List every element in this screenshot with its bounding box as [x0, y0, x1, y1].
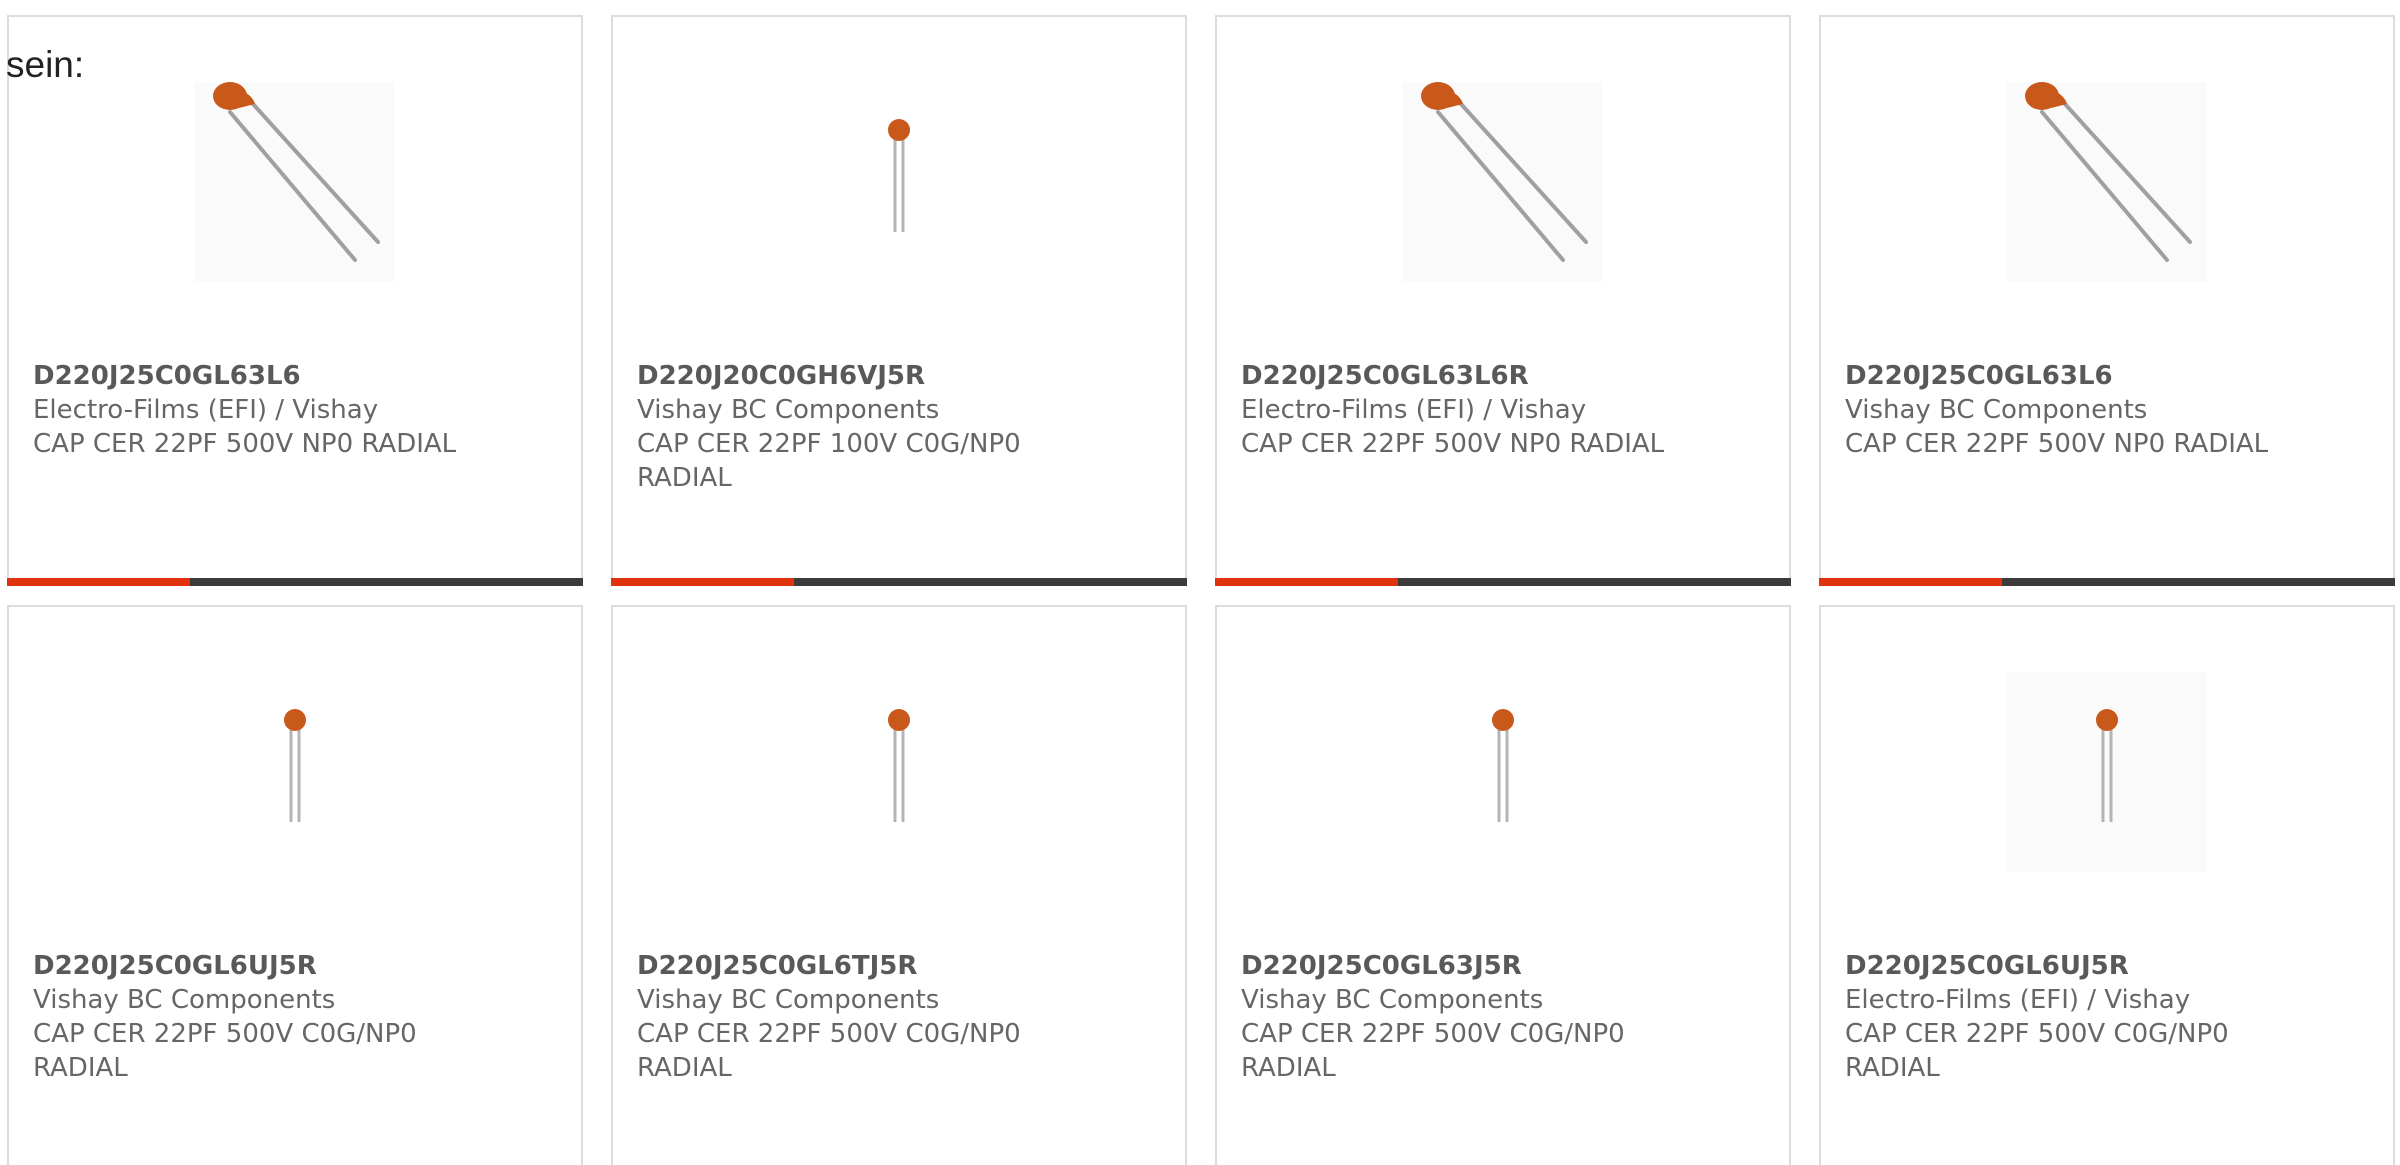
- description: CAP CER 22PF 500V C0G/NP0 RADIAL: [1845, 1019, 2229, 1083]
- description: CAP CER 22PF 500V C0G/NP0 RADIAL: [33, 1019, 417, 1083]
- card-footer-bar: [1819, 578, 2395, 586]
- card-accent-bar: [1215, 578, 1398, 586]
- capacitor-small-image: [1403, 672, 1603, 872]
- part-number[interactable]: D220J25C0GL63J5R: [1241, 949, 1671, 983]
- part-number[interactable]: D220J25C0GL6UJ5R: [1845, 949, 2275, 983]
- part-number[interactable]: D220J25C0GL63L6: [1845, 359, 2275, 393]
- manufacturer: Vishay BC Components: [33, 985, 336, 1015]
- part-number[interactable]: D220J25C0GL6TJ5R: [637, 949, 1067, 983]
- manufacturer: Vishay BC Components: [637, 395, 940, 425]
- product-card[interactable]: D220J25C0GL63J5R Vishay BC Components CA…: [1215, 605, 1791, 1165]
- card-accent-bar: [7, 578, 190, 586]
- capacitor-small-image: [799, 82, 999, 282]
- capacitor-small-image: [195, 672, 395, 872]
- product-card[interactable]: D220J25C0GL6UJ5R Vishay BC Components CA…: [7, 605, 583, 1165]
- product-image[interactable]: [1217, 672, 1789, 902]
- manufacturer: Electro-Films (EFI) / Vishay: [1845, 985, 2191, 1015]
- capacitor-small-image: [2007, 672, 2207, 872]
- product-card[interactable]: D220J25C0GL6TJ5R Vishay BC Components CA…: [611, 605, 1187, 1165]
- product-card[interactable]: D220J25C0GL6UJ5R Electro-Films (EFI) / V…: [1819, 605, 2395, 1165]
- capacitor-angled-image: [2007, 82, 2207, 282]
- product-card[interactable]: D220J20C0GH6VJ5R Vishay BC Components CA…: [611, 15, 1187, 586]
- manufacturer: Electro-Films (EFI) / Vishay: [1241, 395, 1587, 425]
- capacitor-angled-image: [1403, 82, 1603, 282]
- manufacturer: Vishay BC Components: [1845, 395, 2148, 425]
- manufacturer: Vishay BC Components: [637, 985, 940, 1015]
- product-image[interactable]: [1821, 82, 2393, 312]
- capacitor-angled-image: [195, 82, 395, 282]
- description: CAP CER 22PF 500V NP0 RADIAL: [33, 429, 457, 459]
- part-number[interactable]: D220J25C0GL6UJ5R: [33, 949, 463, 983]
- part-number[interactable]: D220J25C0GL63L6: [33, 359, 463, 393]
- part-number[interactable]: D220J20C0GH6VJ5R: [637, 359, 1067, 393]
- card-footer-bar: [611, 578, 1187, 586]
- card-accent-bar: [1819, 578, 2002, 586]
- product-image[interactable]: [9, 82, 581, 312]
- description: CAP CER 22PF 500V C0G/NP0 RADIAL: [637, 1019, 1021, 1083]
- product-card[interactable]: D220J25C0GL63L6R Electro-Films (EFI) / V…: [1215, 15, 1791, 586]
- capacitor-small-image: [799, 672, 999, 872]
- intro-text: sein:: [6, 44, 85, 85]
- manufacturer: Electro-Films (EFI) / Vishay: [33, 395, 379, 425]
- product-image[interactable]: [1217, 82, 1789, 312]
- product-image[interactable]: [613, 672, 1185, 902]
- description: CAP CER 22PF 500V NP0 RADIAL: [1241, 429, 1665, 459]
- product-card[interactable]: D220J25C0GL63L6 Vishay BC Components CAP…: [1819, 15, 2395, 586]
- product-card[interactable]: D220J25C0GL63L6 Electro-Films (EFI) / Vi…: [7, 15, 583, 586]
- part-number[interactable]: D220J25C0GL63L6R: [1241, 359, 1671, 393]
- card-footer-bar: [1215, 578, 1791, 586]
- description: CAP CER 22PF 500V NP0 RADIAL: [1845, 429, 2269, 459]
- product-image[interactable]: [613, 82, 1185, 312]
- product-image[interactable]: [1821, 672, 2393, 902]
- manufacturer: Vishay BC Components: [1241, 985, 1544, 1015]
- product-image[interactable]: [9, 672, 581, 902]
- card-accent-bar: [611, 578, 794, 586]
- description: CAP CER 22PF 100V C0G/NP0 RADIAL: [637, 429, 1021, 493]
- description: CAP CER 22PF 500V C0G/NP0 RADIAL: [1241, 1019, 1625, 1083]
- card-footer-bar: [7, 578, 583, 586]
